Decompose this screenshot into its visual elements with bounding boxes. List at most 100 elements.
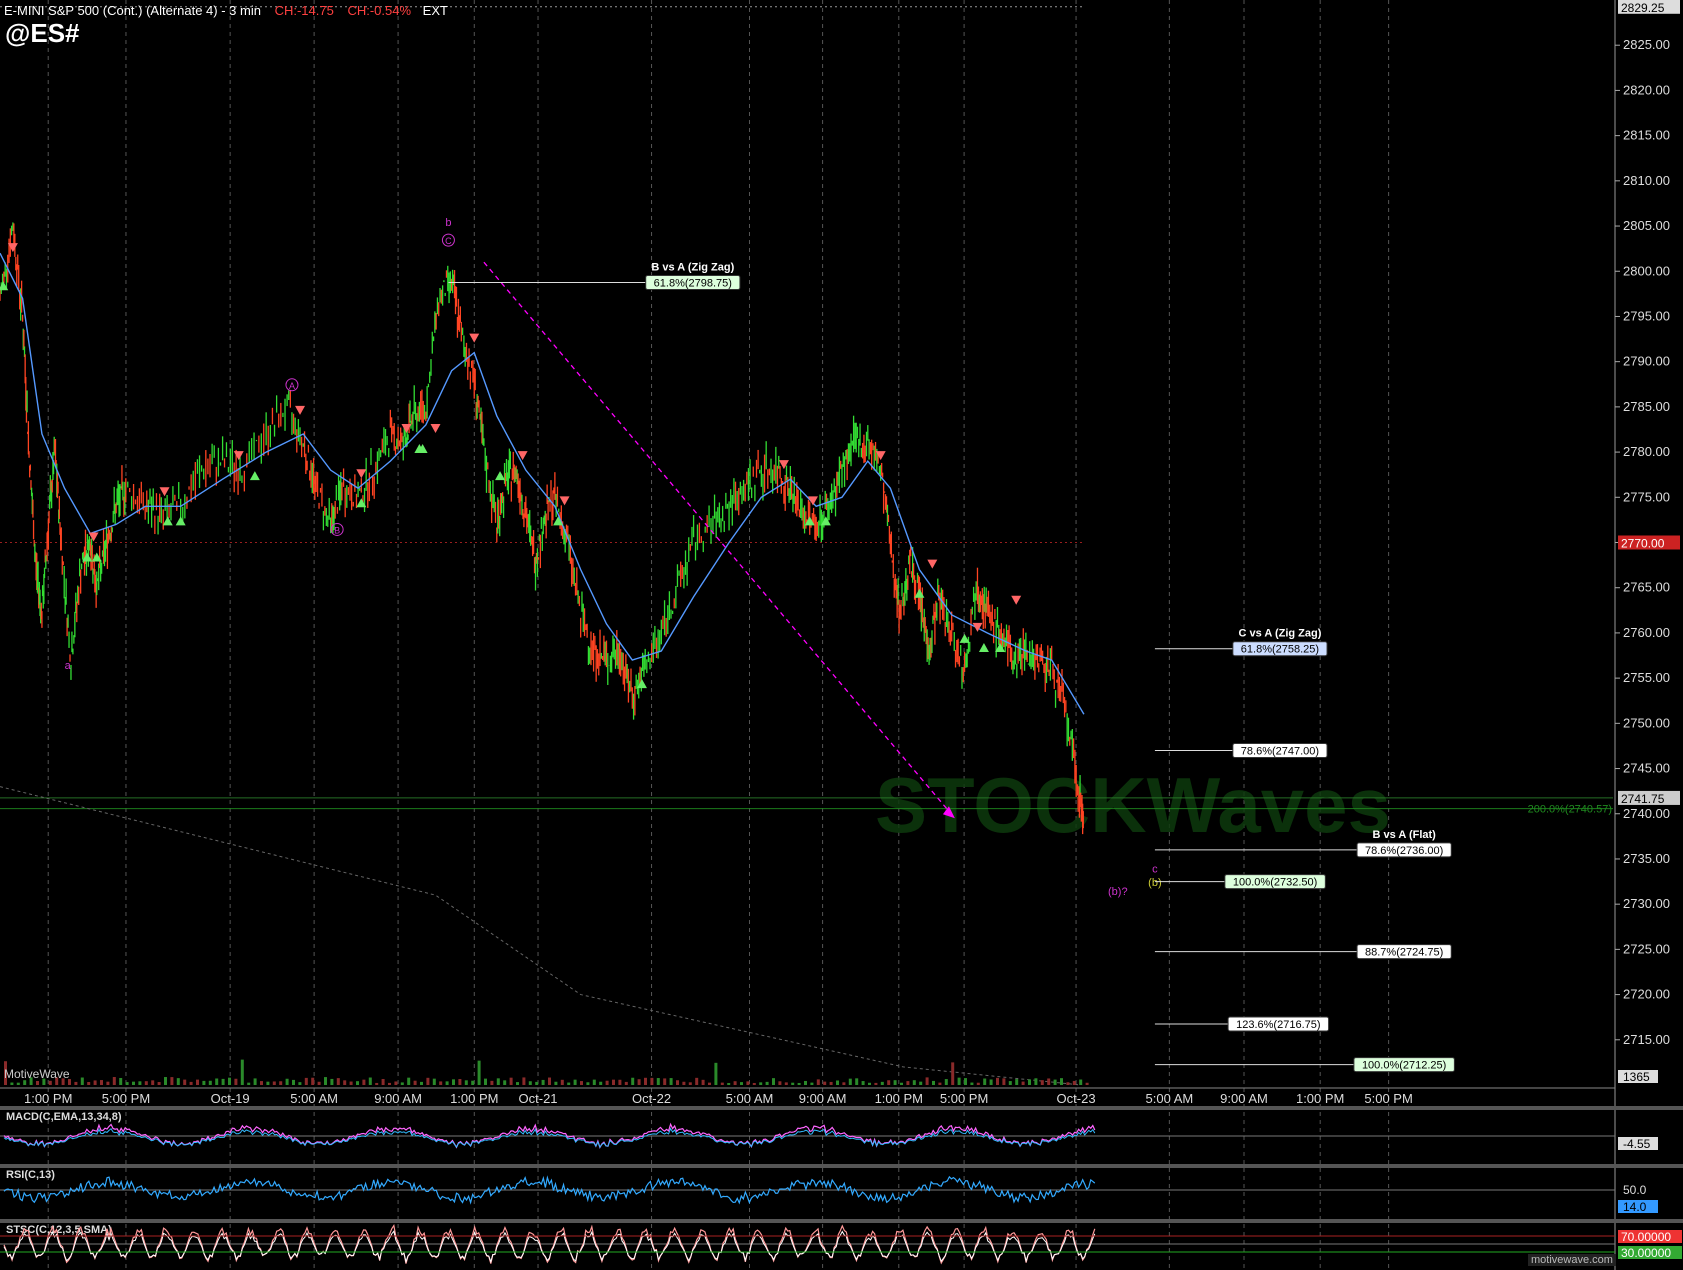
volume-bar — [266, 1081, 270, 1085]
volume-bar — [919, 1081, 923, 1085]
volume-bar — [714, 1062, 718, 1085]
volume-bar — [477, 1060, 481, 1085]
volume-bar — [247, 1082, 251, 1085]
volume-bar — [938, 1082, 942, 1085]
volume-bar — [228, 1077, 231, 1085]
volume-bar — [330, 1078, 334, 1085]
volume-bar — [816, 1079, 820, 1085]
volume-bar — [1021, 1081, 1025, 1085]
x-tick-label: 1:00 PM — [1296, 1091, 1344, 1106]
fib-level-label: 61.8%(2758.25) — [1241, 644, 1319, 656]
volume-bar — [106, 1081, 110, 1085]
wave-label: B — [334, 525, 340, 535]
volume-bar — [829, 1081, 833, 1085]
price-marker-label: 2829.25 — [1621, 1, 1665, 15]
y-tick-label: 2730.00 — [1623, 896, 1670, 911]
volume-bar — [522, 1077, 526, 1085]
volume-bar — [311, 1077, 315, 1085]
y-tick-label: 2725.00 — [1623, 941, 1670, 956]
volume-bar — [688, 1082, 692, 1085]
volume-bar — [368, 1077, 372, 1085]
y-tick-label: 2810.00 — [1623, 173, 1670, 188]
volume-bar — [388, 1082, 391, 1085]
pane-divider — [0, 1164, 1683, 1168]
volume-bar — [592, 1079, 596, 1085]
stoch-lower-label: 30.00000 — [1621, 1246, 1671, 1260]
volume-bar — [36, 1081, 39, 1085]
volume-bar — [612, 1079, 615, 1085]
volume-bar — [324, 1077, 327, 1085]
volume-bar — [964, 1078, 967, 1085]
volume-bar — [548, 1077, 551, 1085]
fib-level-label: 78.6%(2736.00) — [1365, 845, 1443, 857]
volume-bar — [650, 1077, 654, 1085]
volume-bar — [804, 1080, 807, 1085]
footer-brand: motivewave.com — [1528, 1254, 1616, 1266]
y-tick-label: 2795.00 — [1623, 308, 1670, 323]
fib-level-title: B vs A (Zig Zag) — [651, 262, 734, 274]
volume-bar — [516, 1082, 519, 1085]
x-tick-label: Oct-23 — [1057, 1091, 1096, 1106]
fib-level-label: 100.0%(2712.25) — [1362, 1060, 1446, 1072]
volume-bar — [74, 1081, 78, 1085]
sell-signal-marker — [1011, 595, 1022, 605]
sell-signal-marker — [430, 424, 441, 433]
volume-bar — [887, 1080, 891, 1085]
sell-signal-marker — [233, 451, 244, 461]
instrument-title: E-MINI S&P 500 (Cont.) (Alternate 4) - 3… — [4, 3, 261, 18]
reference-line-label: 200.0%(2740.57) — [1528, 804, 1612, 816]
buy-signal-marker — [249, 471, 260, 481]
wave-label: (b)? — [1108, 886, 1128, 898]
y-tick-label: 2745.00 — [1623, 761, 1670, 776]
chart-canvas[interactable]: 1:00 PM 5:00 PM Oct-19 5:00 AM 9:00 AM 1:00 P… — [0, 0, 1683, 1270]
x-tick-label: Oct-21 — [519, 1091, 558, 1106]
volume-bar — [637, 1079, 641, 1085]
x-tick-label: 5:00 PM — [1364, 1091, 1412, 1106]
volume-bar — [970, 1082, 974, 1085]
volume-bar — [874, 1082, 878, 1085]
volume-bar — [356, 1081, 359, 1085]
volume-bar — [695, 1077, 699, 1085]
fib-level-label: 78.6%(2747.00) — [1241, 745, 1319, 757]
volume-bar — [932, 1080, 935, 1085]
x-tick-label: 1:00 PM — [450, 1091, 498, 1106]
volume-bar — [906, 1081, 910, 1085]
fib-level-label: 123.6%(2716.75) — [1236, 1019, 1320, 1031]
volume-bar — [87, 1082, 91, 1085]
sell-signal-marker — [356, 469, 367, 479]
volume-bar — [624, 1081, 628, 1085]
volume-bar — [292, 1079, 295, 1085]
x-tick-label: Oct-22 — [632, 1091, 671, 1106]
x-tick-label: 5:00 AM — [1146, 1091, 1194, 1106]
volume-bar — [157, 1082, 161, 1085]
fib-level-label: 88.7%(2724.75) — [1365, 947, 1443, 959]
volume-bar — [746, 1081, 750, 1085]
volume-bar — [855, 1078, 859, 1085]
volume-bar — [413, 1080, 417, 1085]
volume-bar — [10, 1082, 14, 1085]
symbol-label: @ES# — [5, 18, 80, 48]
volume-bar — [663, 1078, 667, 1085]
fib-level-label: 61.8%(2798.75) — [654, 278, 732, 290]
volume-bar — [560, 1079, 564, 1085]
volume-bar — [541, 1079, 545, 1085]
rsi-last-value: 14.0 — [1623, 1200, 1647, 1214]
y-tick-label: 2785.00 — [1623, 399, 1670, 414]
volume-bar — [573, 1079, 577, 1085]
volume-bar — [464, 1080, 468, 1085]
volume-bar — [272, 1081, 276, 1085]
volume-bar — [733, 1081, 737, 1085]
volume-bar — [400, 1082, 404, 1085]
volume-bar — [490, 1080, 494, 1085]
volume-bar — [676, 1080, 679, 1085]
volume-bar — [528, 1081, 532, 1085]
volume-bar — [1015, 1079, 1019, 1085]
volume-bar — [484, 1078, 487, 1085]
moving-average-line — [0, 252, 1085, 715]
volume-bar — [221, 1078, 225, 1085]
y-tick-label: 2775.00 — [1623, 489, 1670, 504]
volume-bar — [112, 1077, 116, 1085]
x-tick-label: Oct-19 — [211, 1091, 250, 1106]
y-tick-label: 2715.00 — [1623, 1032, 1670, 1047]
y-tick-label: 2735.00 — [1623, 851, 1670, 866]
